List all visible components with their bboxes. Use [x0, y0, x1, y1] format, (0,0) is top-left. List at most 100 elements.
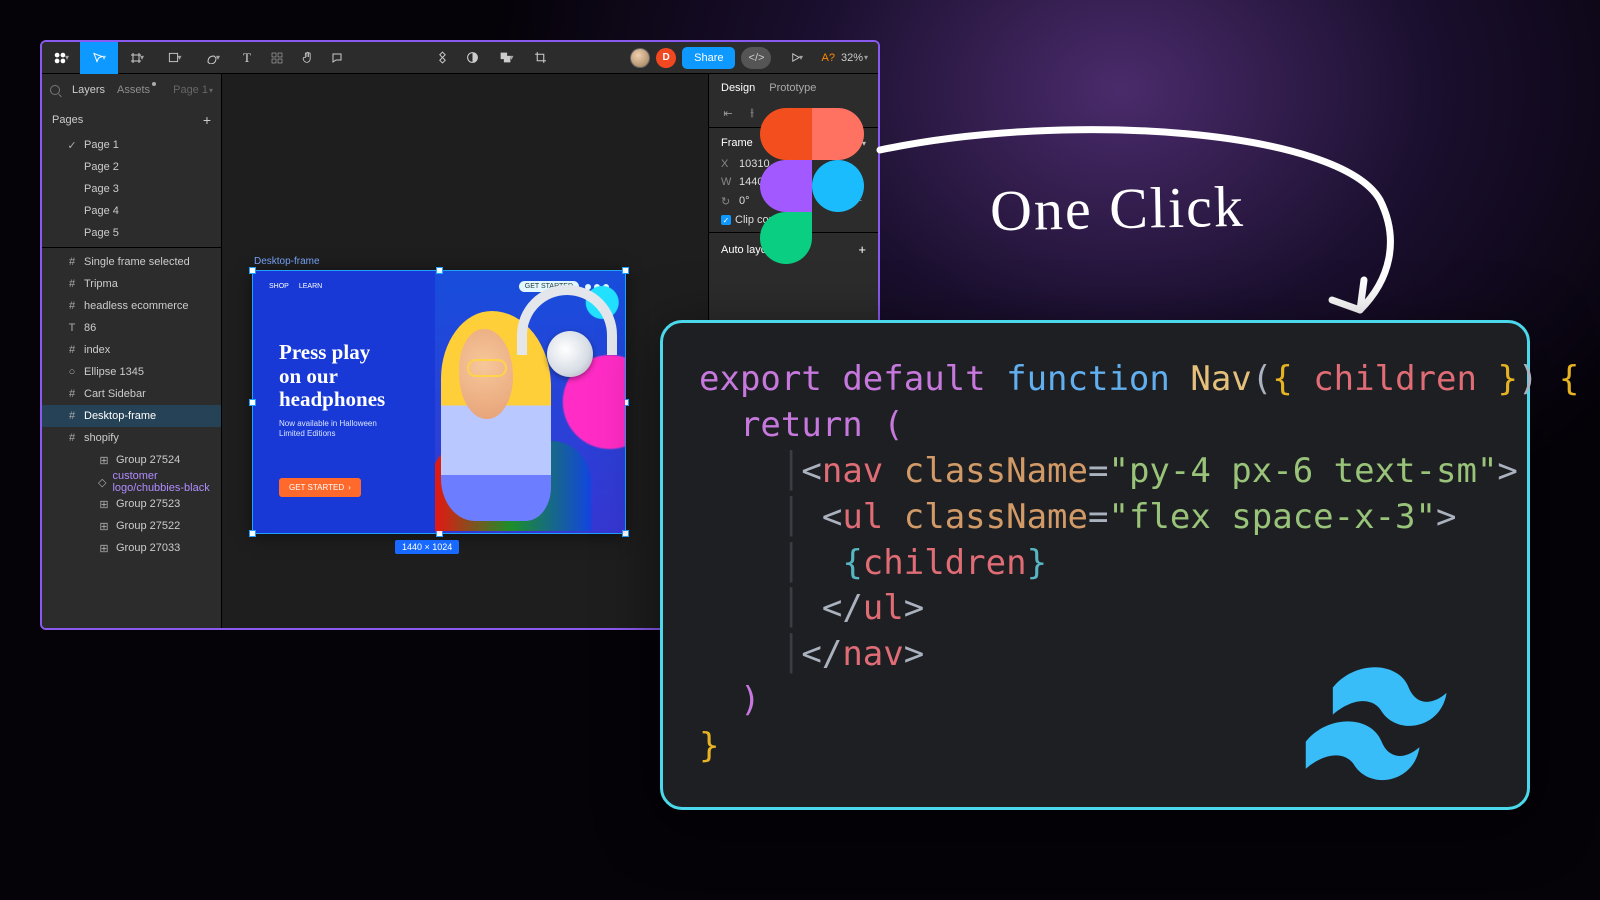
resources-button[interactable]	[262, 42, 292, 74]
layer-row[interactable]: # Single frame selected	[42, 251, 221, 273]
layer-row[interactable]: #headless ecommerce	[42, 295, 221, 317]
resize-handle[interactable]	[249, 267, 256, 274]
chevron-down-icon: ▾	[864, 53, 868, 62]
share-button[interactable]: Share	[682, 47, 735, 69]
page-label: Page 2	[84, 161, 119, 173]
hero-title-line: Press play	[279, 341, 385, 365]
page-row[interactable]: Page 4	[42, 200, 221, 222]
dev-mode-toggle[interactable]: </>	[741, 47, 771, 69]
page-row[interactable]: Page 5	[42, 222, 221, 244]
layer-row[interactable]: ○Ellipse 1345	[42, 361, 221, 383]
hero-sub-line: Now available in Halloween	[279, 419, 377, 429]
add-page-button[interactable]: +	[203, 112, 211, 128]
layer-row[interactable]: ◇customer logo/chubbies-black	[42, 471, 221, 493]
resize-handle[interactable]	[249, 399, 256, 406]
layer-row[interactable]: T86	[42, 317, 221, 339]
search-icon[interactable]	[50, 85, 60, 95]
hand-tool-button[interactable]	[292, 42, 322, 74]
chevron-down-icon: ▾	[140, 53, 144, 62]
code-token: children	[1313, 359, 1477, 399]
group-icon: ⊞	[98, 498, 110, 511]
tab-assets[interactable]: Assets	[117, 84, 150, 96]
present-button[interactable]: ▾	[777, 42, 815, 74]
page-label: Page 4	[84, 205, 119, 217]
move-tool-button[interactable]: ▾	[80, 42, 118, 74]
chevron-down-icon: ▾	[65, 53, 69, 62]
dimensions-badge: 1440 × 1024	[395, 540, 459, 554]
page-picker[interactable]: Page 1 ▾	[173, 84, 213, 96]
crop-icon	[534, 51, 547, 64]
tab-layers[interactable]: Layers	[72, 84, 105, 96]
frame-icon: #	[66, 344, 78, 356]
page-row[interactable]: Page 3	[42, 178, 221, 200]
component-actions-button[interactable]	[427, 42, 457, 74]
layer-row[interactable]: #Tripma	[42, 273, 221, 295]
figma-canvas[interactable]: Desktop-frame SHOP LEARN GET STARTED	[222, 74, 708, 628]
collaborator-avatar[interactable]	[630, 48, 650, 68]
code-token: Nav	[1190, 359, 1251, 399]
layer-row[interactable]: ⊞ Group 27523	[42, 493, 221, 515]
figma-logo-icon	[760, 108, 864, 264]
tab-prototype[interactable]: Prototype	[769, 82, 816, 94]
selected-frame[interactable]: SHOP LEARN GET STARTED Press play on our…	[252, 270, 626, 534]
frame-icon: #	[66, 256, 78, 268]
missing-fonts-badge[interactable]: A?	[821, 52, 834, 64]
user-avatar[interactable]: D	[656, 48, 676, 68]
align-left-icon[interactable]: ⇤	[721, 106, 735, 120]
field-label: X	[721, 158, 735, 170]
main-menu-button[interactable]: ▾	[42, 42, 80, 74]
text-icon: T	[243, 50, 251, 66]
code-token: children	[863, 543, 1027, 583]
layer-label: shopify	[84, 432, 119, 444]
frame-tool-button[interactable]: ▾	[118, 42, 156, 74]
page-label: Page 3	[84, 183, 119, 195]
layer-row[interactable]: ⊞Group 27033	[42, 537, 221, 559]
text-tool-button[interactable]: T	[232, 42, 262, 74]
crop-button[interactable]	[525, 42, 555, 74]
hero-cta-button: GET STARTED ›	[279, 478, 361, 497]
layer-row[interactable]: #Desktop-frame	[42, 405, 221, 427]
boolean-ops-button[interactable]: ▾	[487, 42, 525, 74]
page-row[interactable]: ✓Page 1	[42, 134, 221, 156]
left-panel-tabs: Layers Assets Page 1 ▾	[42, 74, 221, 106]
nav-link: LEARN	[299, 283, 322, 290]
tab-design[interactable]: Design	[721, 82, 755, 94]
code-output-panel: export default function Nav({ children }…	[660, 320, 1530, 810]
chevron-down-icon: ▾	[799, 53, 803, 62]
layer-row[interactable]: ⊞Group 27522	[42, 515, 221, 537]
mask-button[interactable]	[457, 42, 487, 74]
page-row[interactable]: Page 2	[42, 156, 221, 178]
code-token: default	[842, 359, 985, 399]
align-hcenter-icon[interactable]: ⫲	[745, 106, 759, 120]
code-token: "flex space-x-3"	[1108, 497, 1436, 537]
zoom-control[interactable]: 32% ▾	[841, 52, 868, 64]
layer-row[interactable]: ⊞Group 27524	[42, 449, 221, 471]
layer-row[interactable]: #shopify	[42, 427, 221, 449]
layer-label: Group 27524	[116, 454, 180, 466]
layer-label: customer logo/chubbies-black	[112, 470, 213, 494]
layer-label: Group 27523	[116, 498, 180, 510]
layer-label: Ellipse 1345	[84, 366, 144, 378]
layer-row[interactable]: #index	[42, 339, 221, 361]
checkbox-icon[interactable]: ✓	[721, 215, 731, 225]
frame-label[interactable]: Desktop-frame	[254, 256, 320, 267]
pen-tool-button[interactable]: ▾	[194, 42, 232, 74]
tailwind-logo-icon	[1277, 655, 1497, 785]
chevron-down-icon: ▾	[216, 53, 220, 62]
frame-icon: #	[66, 278, 78, 290]
hero-cta-label: GET STARTED	[289, 483, 344, 492]
nav-link: SHOP	[269, 283, 289, 290]
hand-icon	[301, 51, 314, 64]
comment-icon	[331, 52, 343, 64]
frame-icon: #	[66, 410, 78, 422]
layer-label: Single frame selected	[84, 256, 190, 268]
resize-handle[interactable]	[249, 530, 256, 537]
chevron-down-icon: ▾	[102, 53, 106, 62]
layer-label: 86	[84, 322, 96, 334]
layer-row[interactable]: #Cart Sidebar	[42, 383, 221, 405]
hero-title: Press play on our headphones	[279, 341, 385, 412]
comment-tool-button[interactable]	[322, 42, 352, 74]
shape-tool-button[interactable]: ▾	[156, 42, 194, 74]
rotation-icon: ↻	[721, 195, 735, 208]
pages-header: Pages +	[42, 106, 221, 134]
